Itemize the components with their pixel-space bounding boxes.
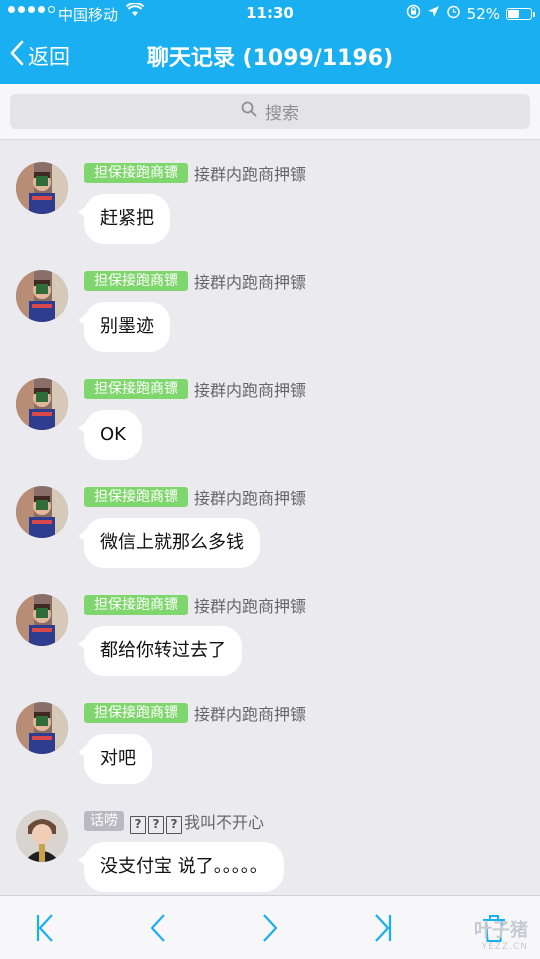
header: 中国移动 11:30 52% 返回 聊天记录 (1099/1196): [0, 0, 540, 84]
last-page-icon: [375, 914, 392, 942]
watermark-subtext: YEZZ.CN: [481, 942, 528, 952]
search-bar: 搜索: [0, 84, 540, 140]
message-bubble[interactable]: 微信上就那么多钱: [78, 518, 260, 568]
search-placeholder: 搜索: [265, 104, 299, 124]
rotation-lock-icon: [406, 4, 421, 23]
member-tag: 担保接跑商镖: [84, 595, 188, 615]
message-item: 担保接跑商镖 接群内跑商押镖 对吧: [0, 680, 540, 784]
sender-name-text: 我叫不开心: [184, 812, 265, 832]
message-item: 担保接跑商镖 接群内跑商押镖 别墨迹: [0, 248, 540, 352]
message-bubble[interactable]: OK: [78, 410, 142, 460]
search-input[interactable]: 搜索: [10, 94, 530, 129]
bottom-toolbar: 叶子猪 YEZZ.CN: [0, 895, 540, 959]
member-tag: 担保接跑商镖: [84, 487, 188, 507]
status-bar: 中国移动 11:30 52%: [0, 0, 540, 28]
last-page-button[interactable]: [366, 912, 398, 944]
avatar[interactable]: [16, 594, 68, 646]
avatar[interactable]: [16, 162, 68, 214]
message-item: 担保接跑商镖 接群内跑商押镖 赶紧把: [0, 140, 540, 244]
chevron-right-icon: [263, 914, 278, 942]
member-tag: 担保接跑商镖: [84, 163, 188, 183]
next-page-button[interactable]: [254, 912, 286, 944]
message-item: 担保接跑商镖 接群内跑商押镖 都给你转过去了: [0, 572, 540, 676]
unknown-char-icon: ???: [130, 813, 184, 834]
message-bubble[interactable]: 没支付宝 说了。。。。。: [78, 842, 284, 892]
chevron-left-icon: [150, 914, 165, 942]
first-page-button[interactable]: [30, 912, 62, 944]
page-title: 聊天记录 (1099/1196): [146, 46, 394, 71]
message-item: 担保接跑商镖 接群内跑商押镖 微信上就那么多钱: [0, 464, 540, 568]
sender-name: ??? 我叫不开心: [130, 809, 264, 834]
battery-icon: [506, 7, 535, 20]
avatar[interactable]: [16, 270, 68, 322]
message-item: 话唠 ??? 我叫不开心 没支付宝 说了。。。。。: [0, 788, 540, 892]
member-tag: 话唠: [84, 811, 124, 831]
previous-page-button[interactable]: [142, 912, 174, 944]
avatar[interactable]: [16, 486, 68, 538]
alarm-icon: [446, 4, 461, 23]
message-bubble[interactable]: 都给你转过去了: [78, 626, 242, 676]
battery-percent: 52%: [466, 4, 500, 23]
member-tag: 担保接跑商镖: [84, 379, 188, 399]
message-bubble[interactable]: 对吧: [78, 734, 152, 784]
sender-name: 接群内跑商押镖: [194, 705, 307, 724]
sender-name: 接群内跑商押镖: [194, 273, 307, 292]
first-page-icon: [36, 914, 53, 942]
message-list: 担保接跑商镖 接群内跑商押镖 赶紧把 担保接跑商镖 接群内跑商押镖 别墨迹 担保…: [0, 140, 540, 895]
avatar[interactable]: [16, 702, 68, 754]
watermark-text: 叶子猪: [474, 920, 528, 941]
sender-name: 接群内跑商押镖: [194, 381, 307, 400]
member-tag: 担保接跑商镖: [84, 271, 188, 291]
location-icon: [427, 5, 440, 22]
sender-name: 接群内跑商押镖: [194, 165, 307, 184]
watermark-logo: 叶子猪 YEZZ.CN: [474, 916, 528, 952]
avatar[interactable]: [16, 810, 68, 862]
sender-name: 接群内跑商押镖: [194, 597, 307, 616]
message-bubble[interactable]: 别墨迹: [78, 302, 170, 352]
message-item: 担保接跑商镖 接群内跑商押镖 OK: [0, 356, 540, 460]
nav-bar: 返回 聊天记录 (1099/1196): [0, 28, 540, 84]
sender-name: 接群内跑商押镖: [194, 489, 307, 508]
avatar[interactable]: [16, 378, 68, 430]
member-tag: 担保接跑商镖: [84, 703, 188, 723]
message-bubble[interactable]: 赶紧把: [78, 194, 170, 244]
search-icon: [241, 101, 265, 122]
